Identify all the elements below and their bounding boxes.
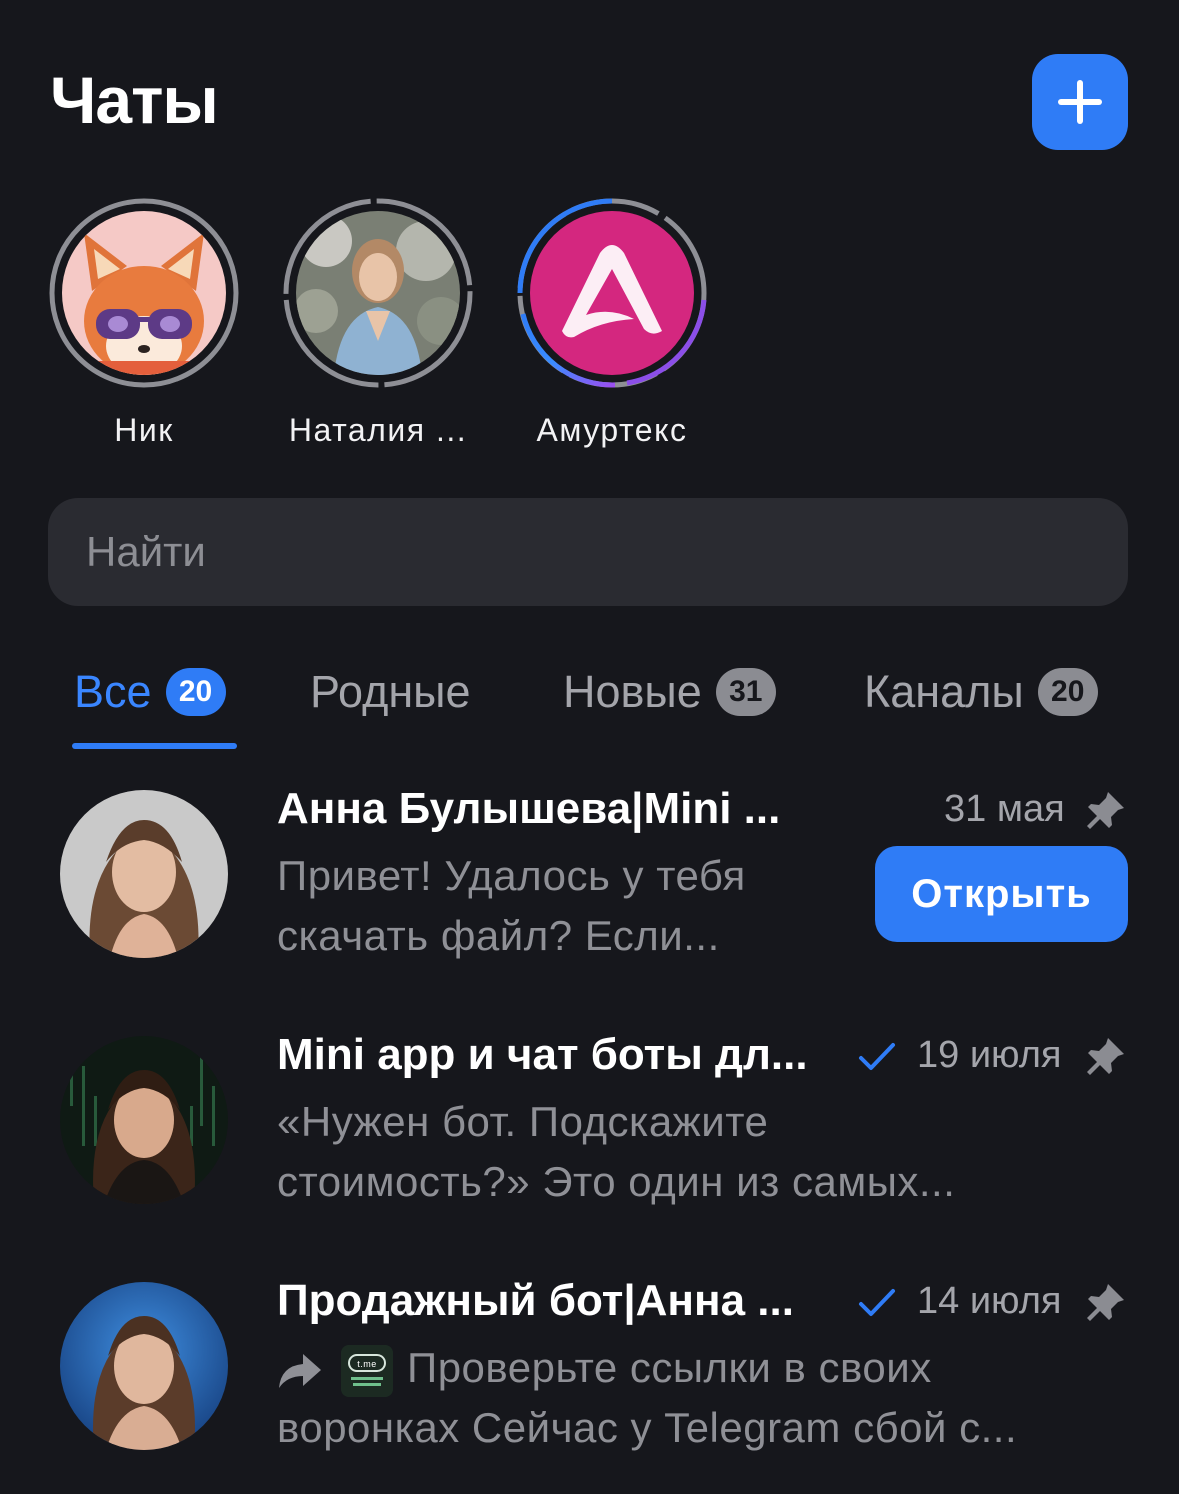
open-button[interactable]: Открыть — [875, 846, 1128, 942]
preview-line: Привет! Удалось у тебя — [277, 852, 746, 899]
pin-icon — [1087, 1284, 1124, 1321]
chat-title: Продажный бот|Анна ... — [277, 1276, 794, 1325]
tab-label: Родные — [310, 666, 471, 717]
chat-avatar — [60, 1036, 228, 1204]
tab-count-badge: 20 — [1037, 668, 1098, 716]
active-tab-indicator — [72, 743, 237, 749]
chat-row-sales-bot[interactable]: Продажный бот|Анна ... 14 июля t.me Прове… — [0, 1272, 1179, 1492]
story-amurteks[interactable]: Амуртекс — [512, 196, 712, 449]
page-title: Чаты — [50, 63, 219, 137]
story-natalia[interactable]: Наталия ... — [278, 196, 478, 449]
chat-preview: «Нужен бот. Подскажите стоимость?» Это о… — [277, 1092, 955, 1212]
preview-text: Проверьте ссылки в своих — [407, 1344, 932, 1391]
tab-label: Каналы — [864, 666, 1024, 717]
chat-date: 19 июля — [917, 1034, 1062, 1076]
story-name: Амуртекс — [536, 412, 688, 448]
story-avatar-fox — [62, 211, 226, 375]
chat-avatar — [60, 1282, 228, 1450]
story-avatar-natalia — [296, 211, 460, 375]
preview-line: «Нужен бот. Подскажите — [277, 1098, 769, 1145]
tab-channels[interactable]: Каналы 20 — [864, 662, 1098, 722]
chat-preview: Привет! Удалось у тебя скачать файл? Есл… — [277, 846, 746, 966]
tab-new[interactable]: Новые 31 — [563, 662, 776, 722]
preview-line: t.me Проверьте ссылки в своих — [277, 1338, 1017, 1398]
read-check-icon — [859, 1043, 895, 1070]
pin-icon — [1087, 792, 1124, 829]
preview-line: воронках Сейчас у Telegram сбой с... — [277, 1404, 1018, 1451]
tab-label: Новые — [563, 666, 702, 717]
tab-count-badge: 31 — [715, 668, 776, 716]
new-chat-button[interactable] — [1032, 54, 1128, 150]
thumb-text: t.me — [357, 1359, 377, 1369]
story-avatar-amurteks — [530, 211, 694, 375]
plus-icon — [1058, 80, 1102, 124]
preview-line: стоимость?» Это один из самых... — [277, 1158, 956, 1205]
chats-screen: Чаты Ник Наталия ... Амуртекс Найти Все … — [0, 0, 1179, 1494]
chat-preview: t.me Проверьте ссылки в своих воронках Се… — [277, 1338, 1017, 1458]
chat-row-anna[interactable]: Анна Булышева|Mini ... 31 мая Привет! Уд… — [0, 780, 1179, 1000]
pin-icon — [1087, 1038, 1124, 1075]
chat-title: Анна Булышева|Mini ... — [277, 784, 781, 833]
forward-icon — [279, 1353, 321, 1388]
tab-family[interactable]: Родные — [310, 662, 471, 722]
chat-avatar — [60, 790, 228, 958]
chat-date: 31 мая — [944, 788, 1065, 830]
story-nik[interactable]: Ник — [44, 196, 244, 449]
tab-label: Все — [74, 666, 152, 717]
chat-title: Mini app и чат боты дл... — [277, 1030, 808, 1079]
search-input[interactable] — [48, 498, 1128, 606]
read-check-icon — [859, 1289, 895, 1316]
story-name: Наталия ... — [288, 412, 468, 448]
link-thumbnail: t.me — [341, 1344, 393, 1397]
chat-date: 14 июля — [917, 1280, 1062, 1322]
search-bar[interactable] — [48, 498, 1128, 606]
tab-all[interactable]: Все 20 — [74, 662, 226, 722]
chat-row-miniapp[interactable]: Mini app и чат боты дл... 19 июля «Нужен… — [0, 1026, 1179, 1246]
tab-count-badge: 20 — [165, 668, 226, 716]
story-name: Ник — [114, 412, 174, 448]
preview-line: скачать файл? Если... — [277, 912, 720, 959]
